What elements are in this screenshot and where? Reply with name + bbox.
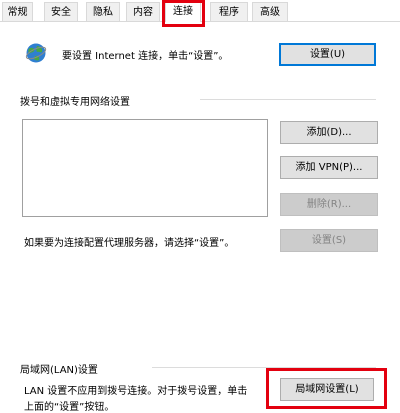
tab-programs[interactable]: 程序 [210, 2, 248, 21]
settings-button[interactable]: 设置(S) [280, 229, 378, 252]
tab-connections[interactable]: 连接 [165, 0, 201, 22]
lan-description-line1: LAN 设置不应用到拨号连接。对于拨号设置，单击 [24, 386, 248, 397]
lan-description-line2: 上面的“设置”按钮。 [24, 402, 115, 413]
tab-content[interactable]: 内容 [126, 2, 160, 21]
internet-globe-icon [25, 43, 47, 63]
tab-general[interactable]: 常规 [2, 2, 33, 21]
tab-advanced[interactable]: 高级 [252, 2, 288, 21]
add-button[interactable]: 添加(D)... [280, 121, 378, 144]
dialup-group-title: 拨号和虚拟专用网络设置 [20, 93, 134, 108]
remove-button[interactable]: 删除(R)... [280, 193, 378, 216]
setup-button[interactable]: 设置(U) [279, 43, 376, 66]
tab-security[interactable]: 安全 [44, 2, 78, 21]
lan-group-rule [152, 367, 376, 368]
tab-strip: 常规 安全 隐私 内容 连接 程序 高级 [0, 0, 400, 22]
setup-description: 要设置 Internet 连接，单击“设置”。 [62, 51, 229, 62]
dialup-group-rule [200, 99, 376, 100]
connections-list[interactable] [22, 119, 268, 217]
add-vpn-button[interactable]: 添加 VPN(P)... [280, 156, 378, 179]
lan-settings-button[interactable]: 局域网设置(L) [280, 378, 374, 401]
proxy-description: 如果要为连接配置代理服务器，请选择“设置”。 [24, 238, 235, 249]
tab-privacy[interactable]: 隐私 [86, 2, 120, 21]
lan-group-title: 局域网(LAN)设置 [20, 361, 102, 376]
